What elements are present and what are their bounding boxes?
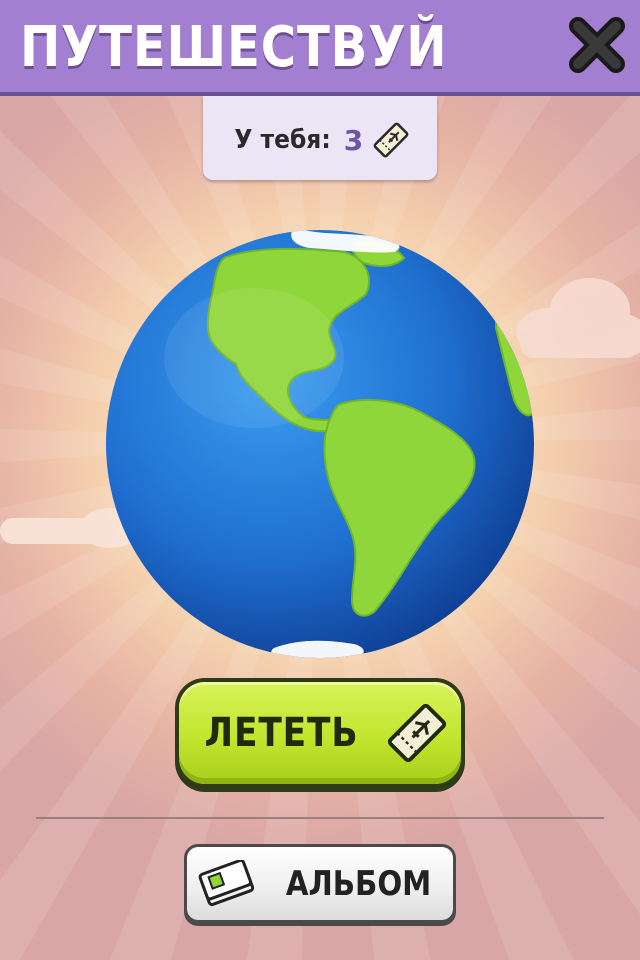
ticket-label: У тебя: [234, 125, 331, 155]
header-bar: ПУТЕШЕСТВУЙ [0, 0, 640, 96]
fly-button-label: ЛЕТЕТЬ [204, 710, 358, 756]
page-title: ПУТЕШЕСТВУЙ [20, 15, 448, 80]
album-button-face: АЛЬБОМ [187, 847, 453, 920]
ticket-counter: У тебя: 3 [203, 96, 437, 180]
earth-globe-icon[interactable] [104, 228, 536, 660]
close-button[interactable] [564, 12, 630, 78]
book-icon [199, 859, 255, 906]
fly-button[interactable]: ЛЕТЕТЬ [175, 678, 465, 792]
divider [36, 817, 604, 819]
album-button[interactable]: АЛЬБОМ [184, 844, 456, 926]
plane-ticket-icon [373, 122, 409, 158]
album-button-label: АЛЬБОМ [286, 863, 432, 904]
ticket-count: 3 [343, 123, 364, 157]
close-x-icon [569, 17, 625, 73]
fly-button-face: ЛЕТЕТЬ [179, 682, 461, 784]
plane-ticket-icon [388, 703, 447, 763]
